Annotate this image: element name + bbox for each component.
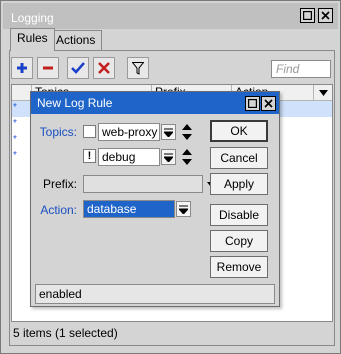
filter-icon	[132, 61, 144, 75]
topic2-field[interactable]: debug	[98, 148, 160, 166]
dropdown-icon	[179, 205, 188, 214]
topic2-dropdown[interactable]	[161, 149, 176, 165]
row-marker: *	[13, 150, 17, 161]
dropdown-icon	[164, 128, 173, 137]
minus-icon	[43, 66, 53, 70]
topic2-updown-icon[interactable]	[181, 148, 193, 166]
filter-button[interactable]	[127, 57, 149, 79]
apply-button[interactable]: Apply	[210, 173, 268, 195]
row-marker: *	[13, 118, 17, 129]
disable-rule-button[interactable]: Disable	[210, 204, 268, 226]
topic2-negate-toggle[interactable]: !	[83, 149, 96, 163]
row-marker: *	[13, 134, 17, 145]
new-log-rule-dialog: New Log Rule Topics: web-proxy ! debug P…	[30, 91, 280, 307]
disable-button[interactable]	[93, 57, 115, 79]
cancel-button[interactable]: Cancel	[210, 147, 268, 169]
plus-icon	[17, 63, 27, 73]
ok-button[interactable]: OK	[210, 120, 268, 142]
column-menu-button[interactable]	[314, 85, 332, 101]
topic1-updown-icon[interactable]	[181, 123, 193, 141]
copy-button[interactable]: Copy	[210, 230, 268, 252]
topic1-negate-checkbox[interactable]	[83, 125, 96, 138]
prefix-field[interactable]	[83, 175, 203, 193]
prefix-label: Prefix:	[42, 177, 77, 191]
dialog-close-icon[interactable]	[261, 96, 276, 111]
tab-rules[interactable]: Rules	[10, 28, 55, 51]
column-header-corner	[12, 85, 32, 101]
window-title: Logging	[11, 11, 54, 25]
topics-label: Topics:	[39, 125, 77, 139]
topic1-dropdown[interactable]	[161, 124, 176, 140]
tab-actions-label: Actions	[56, 33, 96, 47]
close-icon[interactable]	[318, 8, 333, 23]
tab-actions[interactable]: Actions	[49, 30, 103, 51]
dialog-title: New Log Rule	[37, 96, 113, 110]
find-input[interactable]: Find	[271, 60, 331, 78]
chevron-down-icon	[318, 89, 328, 96]
dialog-status: enabled	[35, 284, 275, 304]
check-icon	[71, 62, 85, 74]
dialog-maximize-icon[interactable]	[245, 96, 260, 111]
topic1-field[interactable]: web-proxy	[98, 123, 160, 141]
window-title-bar[interactable]: Logging	[3, 3, 338, 29]
add-button[interactable]	[11, 57, 33, 79]
action-label: Action:	[40, 203, 77, 217]
remove-button[interactable]	[37, 57, 59, 79]
action-select[interactable]: database	[83, 200, 175, 218]
row-marker: *	[13, 102, 17, 113]
x-icon	[98, 62, 110, 74]
dialog-title-bar[interactable]: New Log Rule	[31, 92, 279, 114]
maximize-icon[interactable]	[300, 8, 315, 23]
window-status: 5 items (1 selected)	[13, 326, 118, 340]
enable-button[interactable]	[67, 57, 89, 79]
dropdown-icon	[164, 153, 173, 162]
action-dropdown[interactable]	[176, 201, 191, 217]
tab-rules-label: Rules	[17, 31, 48, 45]
remove-rule-button[interactable]: Remove	[210, 256, 268, 278]
